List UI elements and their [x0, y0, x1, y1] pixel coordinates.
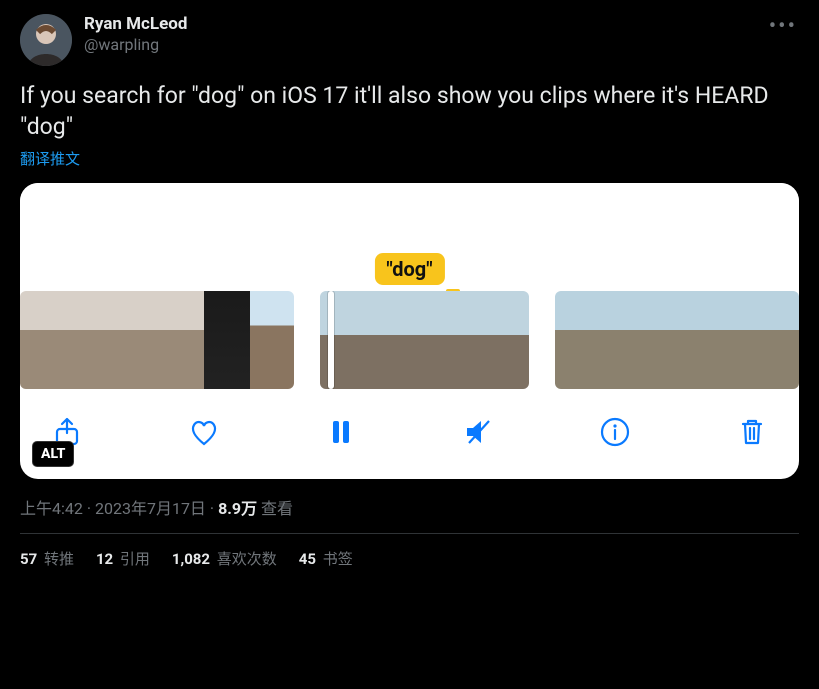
tweet-date[interactable]: 2023年7月17日	[95, 499, 206, 518]
quotes-stat[interactable]: 12 引用	[96, 548, 150, 569]
media-toolbar	[20, 389, 799, 479]
more-menu-icon[interactable]: •••	[769, 14, 797, 39]
views-count[interactable]: 8.9万	[218, 499, 257, 518]
tweet-meta: 上午4:42 · 2023年7月17日 · 8.9万 查看	[20, 495, 799, 519]
views-label: 查看	[257, 499, 293, 518]
tweet-stats: 57 转推 12 引用 1,082 喜欢次数 45 书签	[20, 548, 799, 569]
media-top-area: "dog"	[20, 183, 799, 291]
author-names: Ryan McLeod @warpling	[84, 14, 187, 55]
delete-button[interactable]	[731, 411, 773, 453]
search-term-badge: "dog"	[374, 253, 444, 285]
clip-group-2[interactable]	[320, 291, 530, 389]
clip-group-1[interactable]	[20, 291, 294, 389]
mute-button[interactable]	[457, 411, 499, 453]
divider	[20, 533, 799, 534]
tweet-card: ••• Ryan McLeod @warpling If you search …	[0, 0, 819, 569]
translate-link[interactable]: 翻译推文	[20, 148, 80, 169]
playhead-scrubber[interactable]	[328, 291, 334, 389]
video-filmstrip[interactable]	[20, 291, 799, 389]
tweet-media[interactable]: "dog"	[20, 183, 799, 479]
author-handle[interactable]: @warpling	[84, 35, 187, 55]
clip-group-3[interactable]	[555, 291, 799, 389]
pause-button[interactable]	[320, 411, 362, 453]
tweet-text: If you search for "dog" on iOS 17 it'll …	[20, 80, 799, 142]
bookmarks-stat[interactable]: 45 书签	[299, 548, 353, 569]
alt-badge[interactable]: ALT	[32, 441, 74, 467]
tweet-header: Ryan McLeod @warpling	[20, 14, 799, 66]
like-button[interactable]	[183, 411, 225, 453]
author-display-name[interactable]: Ryan McLeod	[84, 14, 187, 35]
retweets-stat[interactable]: 57 转推	[20, 548, 74, 569]
avatar[interactable]	[20, 14, 72, 66]
likes-stat[interactable]: 1,082 喜欢次数	[172, 548, 277, 569]
info-button[interactable]	[594, 411, 636, 453]
tweet-time[interactable]: 上午4:42	[20, 499, 83, 518]
